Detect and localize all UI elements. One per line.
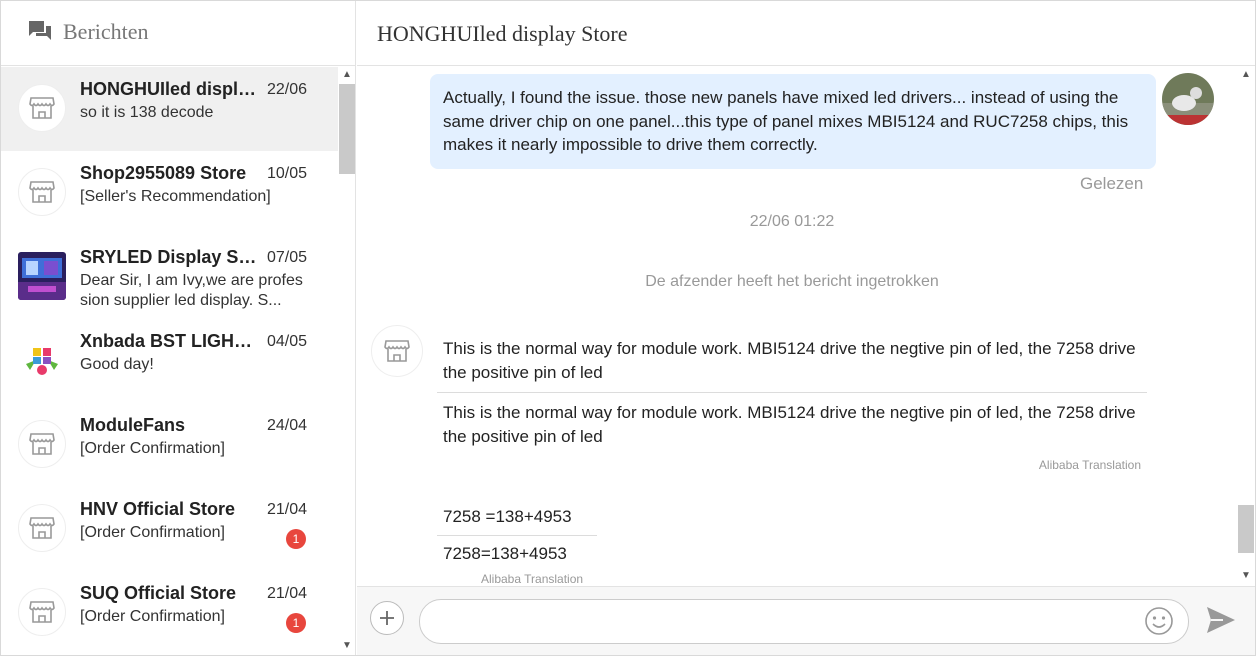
conversation-date: 07/05 [266, 249, 307, 266]
store-icon [29, 601, 55, 623]
conversation-scrollbar[interactable]: ▲ ▼ [338, 67, 356, 655]
chat-bubbles-icon [29, 21, 51, 40]
store-avatar [18, 588, 66, 636]
store-avatar [18, 84, 66, 132]
message-timestamp: 22/06 01:22 [749, 213, 835, 230]
scroll-down-arrow-icon[interactable]: ▼ [1240, 570, 1252, 582]
emoji-icon[interactable] [1144, 606, 1174, 636]
chat-title: HONGHUIled display Store [377, 21, 628, 46]
store-icon [384, 340, 410, 362]
original-text: 7258 =138+4953 [443, 507, 572, 526]
store-icon [29, 97, 55, 119]
message-area: Actually, I found the issue. those new p… [357, 67, 1237, 585]
conversation-date: 24/04 [266, 417, 307, 434]
plus-icon [380, 611, 394, 625]
store-avatar [18, 168, 66, 216]
my-message-bubble: Actually, I found the issue. those new p… [430, 74, 1156, 169]
original-text: This is the normal way for module work. … [443, 339, 1136, 382]
conversation-preview: Good day! [80, 356, 154, 373]
store-icon [29, 517, 55, 539]
conversation-item[interactable]: Xnbada BST LIGHTING Store 04/05 Good day… [1, 319, 338, 403]
led-display-photo-icon [18, 252, 66, 300]
seller-avatar [371, 325, 423, 377]
translated-text: This is the normal way for module work. … [437, 392, 1147, 448]
chat-panel: HONGHUIled display Store Actually, I fou… [357, 1, 1255, 655]
conversation-preview: Dear Sir, I am Ivy,we are profes sion su… [80, 272, 303, 309]
conversation-item[interactable]: Shop2955089 Store 10/05 [Seller's Recomm… [1, 151, 338, 235]
scrollbar-thumb[interactable] [339, 84, 355, 174]
conversation-date: 21/04 [266, 501, 307, 518]
conversation-date: 04/05 [266, 333, 307, 350]
send-icon[interactable] [1205, 605, 1237, 635]
chat-header: HONGHUIled display Store [357, 1, 1255, 66]
conversation-panel: Berichten HONGHUIled display Store 22/06… [1, 1, 356, 655]
conversation-name: SUQ Official Store [80, 583, 237, 603]
messages-title: Berichten [63, 19, 149, 44]
sale-avatar [18, 336, 66, 384]
read-status: Gelezen [1080, 174, 1144, 193]
store-avatar [18, 504, 66, 552]
unread-badge: 1 [286, 613, 306, 633]
translated-text: 7258=138+4953 [437, 535, 597, 564]
store-icon [29, 181, 55, 203]
user-avatar [1162, 73, 1214, 125]
seller-message-bubble: 7258 =138+4953 7258=138+4953 Alibaba Tra… [437, 507, 597, 585]
conversation-name: ModuleFans [80, 415, 186, 435]
conversation-preview: so it is 138 decode [80, 104, 214, 121]
store-avatar [18, 420, 66, 468]
scroll-up-arrow-icon[interactable]: ▲ [341, 69, 353, 81]
store-icon [29, 433, 55, 455]
conversation-name: HONGHUIled display Store [80, 79, 262, 99]
sale-logo-icon [22, 340, 62, 380]
message-scrollbar[interactable]: ▲ ▼ [1237, 67, 1255, 585]
messages-header: Berichten [1, 1, 356, 66]
scroll-down-arrow-icon[interactable]: ▼ [341, 640, 353, 652]
translation-tag: Alibaba Translation [481, 572, 584, 585]
unread-badge: 1 [286, 529, 306, 549]
conversation-item[interactable]: SRYLED Display Store 07/05 Dear Sir, I a… [1, 235, 338, 319]
conversation-name: Xnbada BST LIGHTING Store [80, 331, 262, 351]
attach-button[interactable] [370, 601, 404, 635]
scrollbar-thumb[interactable] [1238, 505, 1254, 553]
conversation-list: HONGHUIled display Store 22/06 so it is … [1, 67, 338, 655]
conversation-name: Shop2955089 Store [80, 163, 247, 183]
conversation-item[interactable]: ModuleFans 24/04 [Order Confirmation] [1, 403, 338, 487]
conversation-date: 22/06 [266, 81, 307, 98]
seller-message-bubble: This is the normal way for module work. … [437, 331, 1147, 478]
message-input-bar [357, 586, 1255, 655]
scroll-up-arrow-icon[interactable]: ▲ [1240, 69, 1252, 81]
conversation-name: SRYLED Display Store [80, 247, 262, 267]
message-input[interactable] [419, 599, 1189, 644]
conversation-item[interactable]: HONGHUIled display Store 22/06 so it is … [1, 67, 338, 151]
recalled-message-notice: De afzender heeft het bericht ingetrokke… [645, 273, 939, 290]
conversation-item[interactable]: HNV Official Store 21/04 [Order Confirma… [1, 487, 338, 571]
conversation-preview: [Seller's Recommendation] [80, 188, 271, 205]
conversation-name: HNV Official Store [80, 499, 236, 519]
conversation-item[interactable]: SUQ Official Store 21/04 [Order Confirma… [1, 571, 338, 655]
conversation-date: 21/04 [266, 585, 307, 602]
translation-tag: Alibaba Translation [1038, 458, 1141, 472]
conversation-preview: [Order Confirmation] [80, 440, 225, 457]
user-photo-icon [1162, 73, 1214, 125]
conversation-preview: [Order Confirmation] [80, 608, 225, 625]
led-display-avatar [18, 252, 66, 300]
conversation-preview: [Order Confirmation] [80, 524, 225, 541]
conversation-date: 10/05 [266, 165, 307, 182]
